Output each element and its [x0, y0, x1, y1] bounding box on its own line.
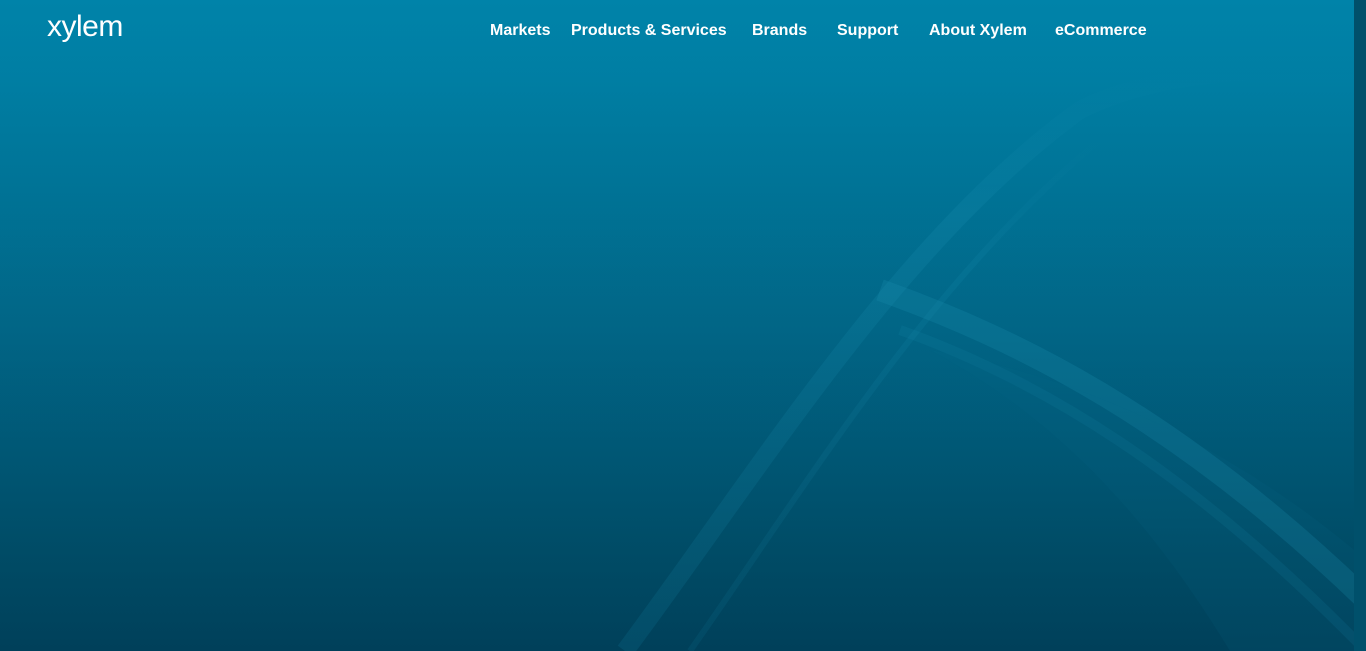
nav-item-products-services[interactable]: Products & Services: [571, 21, 727, 41]
svg-text:xylem: xylem: [47, 10, 123, 43]
site-header: xylem Markets Products & Services Brands…: [0, 0, 1354, 64]
nav-item-support[interactable]: Support: [837, 21, 898, 41]
nav-item-about-xylem[interactable]: About Xylem: [929, 21, 1027, 41]
nav-item-brands[interactable]: Brands: [752, 21, 807, 41]
nav-item-ecommerce[interactable]: eCommerce: [1055, 21, 1147, 41]
page-scrollbar[interactable]: [1354, 0, 1366, 651]
hero-background: [0, 0, 1366, 651]
xylem-logo[interactable]: xylem: [47, 10, 133, 50]
nav-item-markets[interactable]: Markets: [490, 21, 550, 41]
